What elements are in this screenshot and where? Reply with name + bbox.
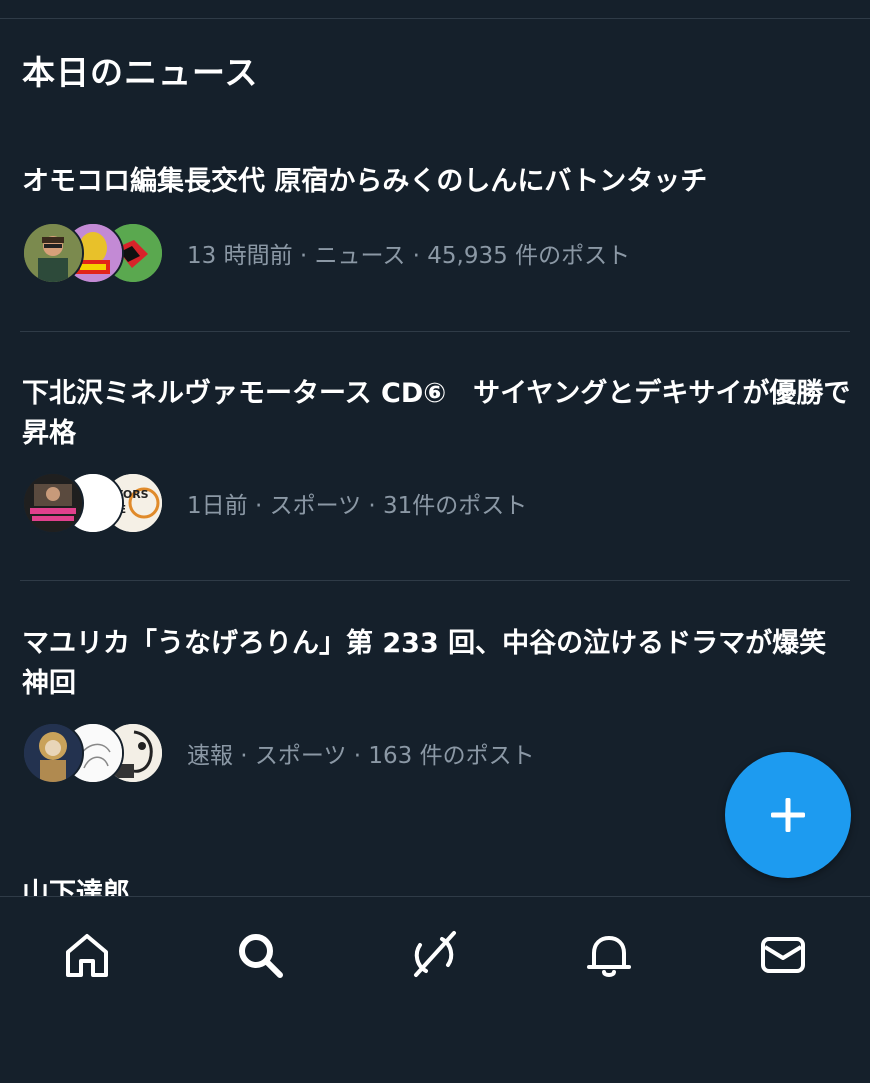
news-headline[interactable]: マユリカ「うなげろりん」第 233 回、中谷の泣けるドラマが爆笑神回 [22, 624, 852, 704]
plus-icon [771, 798, 805, 832]
news-meta: 速報 · スポーツ · 163 件のポスト [187, 743, 535, 769]
news-meta-row: 13 時間前 · ニュース · 45,935 件のポスト [22, 222, 842, 284]
grok-icon [414, 931, 456, 977]
avatar [22, 472, 84, 534]
avatar [22, 222, 84, 284]
top-divider [0, 18, 870, 19]
bottom-nav [0, 896, 870, 1083]
nav-notifications[interactable] [581, 927, 637, 983]
news-headline[interactable]: 下北沢ミネルヴァモータース CD⑥ サイヤングとデキサイが優勝で昇格 [22, 374, 852, 454]
mail-icon [761, 937, 805, 973]
divider [20, 331, 850, 332]
partial-headline-text: 山下達郎 [22, 878, 130, 896]
avatar-group: OTORS IVE [22, 472, 167, 534]
news-meta-row: OTORS IVE 1日前 · スポーツ · 31件のポスト [22, 472, 842, 534]
news-headline[interactable]: オモコロ編集長交代 原宿からみくのしんにバトンタッチ [22, 162, 852, 202]
news-meta-row: 速報 · スポーツ · 163 件のポスト [22, 722, 842, 784]
nav-grok[interactable] [406, 927, 462, 983]
divider [20, 580, 850, 581]
avatar-group [22, 722, 167, 784]
news-headline-partial[interactable]: 山下達郎 [22, 872, 852, 896]
nav-home[interactable] [59, 927, 115, 983]
nav-search[interactable] [232, 927, 288, 983]
bell-icon [587, 936, 631, 977]
section-title: 本日のニュース [22, 53, 259, 92]
home-icon [66, 934, 108, 977]
nav-messages[interactable] [755, 927, 811, 983]
compose-button[interactable] [725, 752, 851, 878]
news-meta: 13 時間前 · ニュース · 45,935 件のポスト [187, 243, 631, 269]
search-icon [239, 934, 283, 978]
avatar [22, 722, 84, 784]
news-meta: 1日前 · スポーツ · 31件のポスト [187, 493, 528, 519]
avatar-group [22, 222, 167, 284]
